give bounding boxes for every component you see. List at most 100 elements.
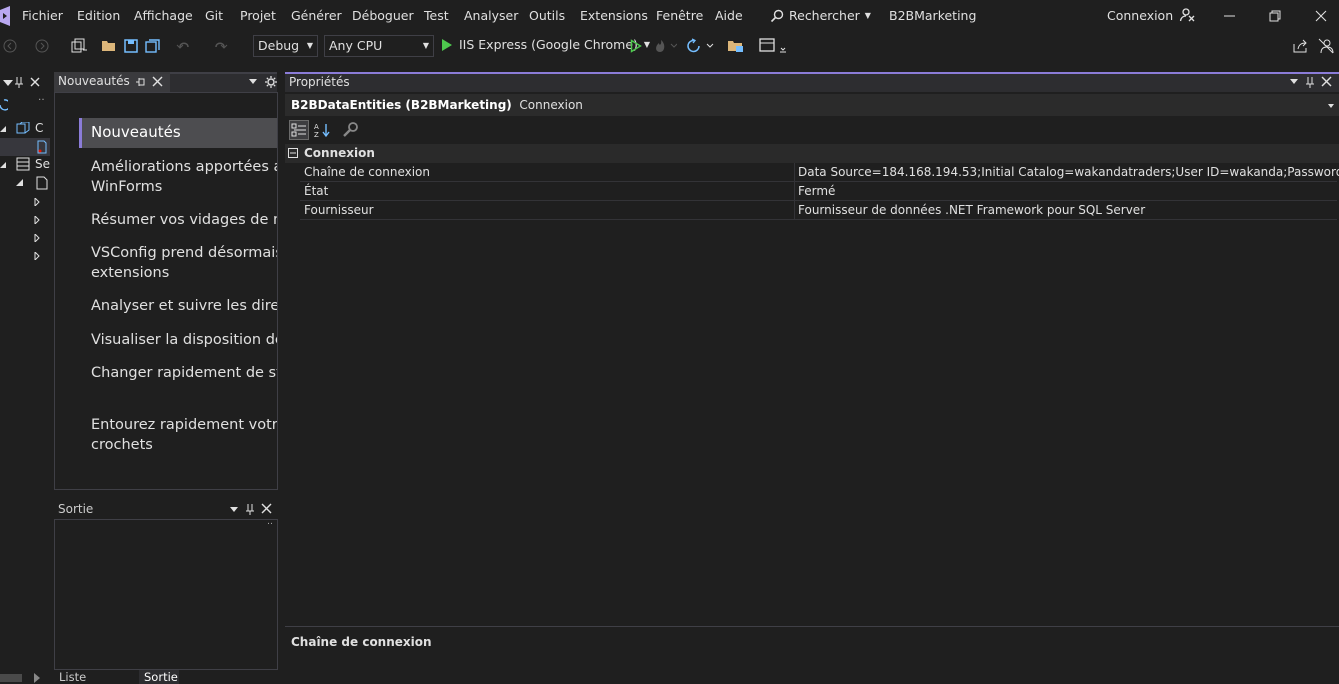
property-value[interactable]: Fournisseur de données .NET Framework po… <box>798 203 1145 217</box>
categorized-button[interactable] <box>289 120 309 140</box>
menu-aide[interactable]: Aide <box>715 8 743 23</box>
scroll-right-icon[interactable] <box>34 673 40 683</box>
output-panel-body[interactable] <box>54 519 278 670</box>
solution-explorer-button[interactable] <box>726 36 746 56</box>
menu-test[interactable]: Test <box>424 8 449 23</box>
menu-outils[interactable]: Outils <box>529 8 565 23</box>
pin-icon[interactable] <box>14 76 24 88</box>
dropdown-arrow-icon[interactable] <box>229 506 239 513</box>
property-value[interactable]: Fermé <box>798 184 835 198</box>
news-item[interactable]: Changer rapidement de style <box>91 363 277 383</box>
dropdown-arrow-icon[interactable] <box>1289 78 1299 86</box>
close-icon[interactable] <box>261 503 272 514</box>
sync-icon[interactable] <box>0 98 8 112</box>
back-button[interactable] <box>2 36 18 56</box>
menu-extensions[interactable]: Extensions <box>580 8 648 23</box>
overflow-dots[interactable]: ‥ <box>38 92 45 103</box>
news-item-selected[interactable]: Nouveautés <box>79 118 277 148</box>
gear-icon[interactable] <box>265 76 277 88</box>
property-name: État <box>304 184 329 198</box>
tree-collapsed-icon[interactable] <box>34 198 40 206</box>
menu-projet[interactable]: Projet <box>240 8 276 23</box>
account-button[interactable]: Connexion <box>1107 7 1195 23</box>
property-pages-button[interactable] <box>340 120 360 140</box>
collapse-icon[interactable] <box>288 148 298 158</box>
tree-item-label[interactable]: C <box>35 121 43 135</box>
column-splitter[interactable] <box>794 201 795 220</box>
news-item[interactable]: Améliorations apportées au WinForms <box>91 157 277 197</box>
undo-icon <box>176 42 189 49</box>
close-icon[interactable] <box>152 76 163 87</box>
tab-nouveautes[interactable]: Nouveautés <box>54 72 170 92</box>
minimize-icon[interactable] <box>1220 6 1240 26</box>
menu-deboguer[interactable]: Déboguer <box>352 8 414 23</box>
news-item[interactable]: Visualiser la disposition de la <box>91 330 277 350</box>
run-without-debug-button[interactable] <box>628 36 644 56</box>
horizontal-scrollbar-thumb[interactable] <box>0 674 22 682</box>
tree-collapsed-icon[interactable] <box>34 234 40 242</box>
menu-affichage[interactable]: Affichage <box>134 8 193 23</box>
news-item[interactable]: VSConfig prend désormais e extensions <box>91 243 277 283</box>
tree-expanded-icon[interactable] <box>0 126 6 132</box>
property-row-connection-string[interactable]: Chaîne de connexion Data Source=184.168.… <box>300 163 1339 182</box>
property-value[interactable]: Data Source=184.168.194.53;Initial Catal… <box>798 165 1339 179</box>
save-all-button[interactable] <box>144 36 162 56</box>
dropdown-arrow-icon[interactable] <box>2 78 14 88</box>
property-row-state[interactable]: État Fermé <box>300 182 1337 201</box>
menu-git[interactable]: Git <box>205 8 223 23</box>
tree-expanded-icon[interactable] <box>16 179 23 186</box>
tree-item-label[interactable]: Se <box>35 157 50 171</box>
new-project-icon <box>71 38 87 53</box>
restore-icon[interactable] <box>1265 6 1285 26</box>
close-window-icon[interactable] <box>1311 6 1331 26</box>
redo-button[interactable] <box>210 36 230 56</box>
news-item[interactable]: Entourez rapidement votre c crochets <box>91 415 277 455</box>
menu-analyser[interactable]: Analyser <box>464 8 518 23</box>
solution-name: B2BMarketing <box>889 8 977 23</box>
close-icon[interactable] <box>30 77 40 87</box>
description-pane: Chaîne de connexion <box>285 626 1339 684</box>
search-button[interactable]: Rechercher ▼ <box>770 8 871 23</box>
tree-row-selected[interactable] <box>0 138 50 156</box>
column-splitter[interactable] <box>794 163 795 182</box>
pin-horizontal-icon[interactable] <box>135 77 145 87</box>
news-item[interactable]: Analyser et suivre les directiv <box>91 296 277 316</box>
share-button[interactable] <box>1291 36 1311 56</box>
tab-output[interactable]: Sortie <box>139 670 179 684</box>
save-button[interactable] <box>122 36 140 56</box>
refresh-browser-button[interactable] <box>684 36 716 56</box>
menu-fenetre[interactable]: Fenêtre <box>656 8 703 23</box>
layout-button[interactable] <box>757 36 789 56</box>
menu-edition[interactable]: Edition <box>77 8 120 23</box>
pin-icon[interactable] <box>245 503 255 515</box>
config-combo[interactable]: Debug ▼ <box>253 35 318 57</box>
object-selector[interactable]: B2BDataEntities (B2BMarketing) Connexion <box>285 94 1339 116</box>
run-button[interactable]: IIS Express (Google Chrome) ▼ <box>441 37 650 52</box>
forward-button[interactable] <box>34 36 50 56</box>
news-item-line: crochets <box>91 437 153 453</box>
tab-error-list[interactable]: Liste d'erreurs <box>54 670 139 684</box>
platform-combo[interactable]: Any CPU ▼ <box>324 35 434 57</box>
wrench-icon <box>343 122 358 137</box>
undo-button[interactable] <box>174 36 194 56</box>
pin-icon[interactable] <box>1305 76 1315 88</box>
open-folder-icon <box>102 41 115 51</box>
menu-fichier[interactable]: Fichier <box>22 8 63 23</box>
column-splitter[interactable] <box>794 182 795 201</box>
menu-generer[interactable]: Générer <box>291 8 342 23</box>
tree-expanded-icon[interactable] <box>0 162 6 168</box>
dropdown-arrow-icon[interactable] <box>248 78 258 86</box>
feedback-button[interactable] <box>1316 36 1336 56</box>
tree-collapsed-icon[interactable] <box>34 252 40 260</box>
news-item[interactable]: Résumer vos vidages de mém <box>91 210 277 230</box>
close-icon[interactable] <box>1321 76 1332 87</box>
hot-reload-button[interactable] <box>650 36 680 56</box>
output-panel-title: Sortie <box>58 502 94 516</box>
tree-collapsed-icon[interactable] <box>34 216 40 224</box>
new-project-button[interactable] <box>66 36 92 56</box>
property-row-provider[interactable]: Fournisseur Fournisseur de données .NET … <box>300 201 1337 220</box>
alphabetical-button[interactable]: A Z <box>312 120 332 140</box>
category-connexion[interactable]: Connexion <box>285 144 1339 163</box>
chevron-down-icon: ▼ <box>306 41 313 50</box>
open-folder-button[interactable] <box>100 36 118 56</box>
